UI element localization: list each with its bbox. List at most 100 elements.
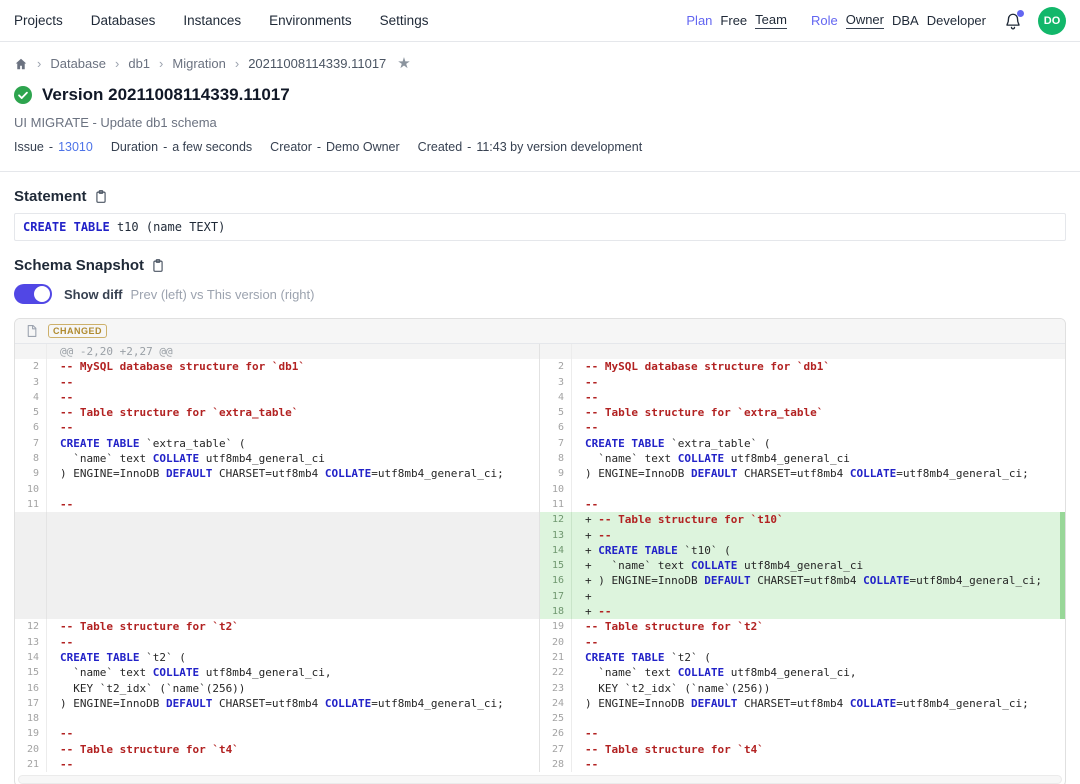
diff-code-right bbox=[572, 711, 1065, 726]
avatar[interactable]: DO bbox=[1038, 7, 1066, 35]
meta-issue-label: Issue bbox=[14, 140, 44, 154]
line-number-left: 15 bbox=[15, 665, 47, 680]
line-number-left: 20 bbox=[15, 742, 47, 757]
diff-row: 14CREATE TABLE `t2` (21CREATE TABLE `t2`… bbox=[15, 650, 1065, 665]
statement-sql[interactable]: CREATE TABLE t10 (name TEXT) bbox=[14, 213, 1066, 241]
line-number-right: 23 bbox=[540, 681, 572, 696]
line-number-left: 10 bbox=[15, 482, 47, 497]
home-icon[interactable] bbox=[14, 57, 28, 71]
diff-row: 12+ -- Table structure for `t10` bbox=[15, 512, 1065, 527]
breadcrumb-migration[interactable]: Migration bbox=[172, 56, 225, 71]
meta-separator: - bbox=[467, 140, 471, 154]
copy-statement-icon[interactable] bbox=[94, 189, 108, 204]
diff-row: 16 KEY `t2_idx` (`name`(256))23 KEY `t2_… bbox=[15, 681, 1065, 696]
line-number-right: 12 bbox=[540, 512, 572, 527]
plan-option-team[interactable]: Team bbox=[755, 12, 787, 29]
line-number-right: 19 bbox=[540, 619, 572, 634]
diff-code-left: `name` text COLLATE utf8mb4_general_ci bbox=[47, 451, 539, 466]
plan-option-free[interactable]: Free bbox=[720, 13, 747, 28]
diff-code-left: -- MySQL database structure for `db1` bbox=[47, 359, 539, 374]
diff-code-left bbox=[47, 558, 539, 573]
line-number-right: 28 bbox=[540, 757, 572, 772]
diff-row: 11--11-- bbox=[15, 497, 1065, 512]
line-number-right bbox=[540, 344, 572, 359]
line-number-left bbox=[15, 573, 47, 588]
diff-row: 21--28-- bbox=[15, 757, 1065, 772]
role-label: Role bbox=[811, 13, 838, 28]
notification-dot bbox=[1017, 10, 1024, 17]
line-number-left: 21 bbox=[15, 757, 47, 772]
line-number-right: 2 bbox=[540, 359, 572, 374]
nav-item-projects[interactable]: Projects bbox=[14, 13, 63, 28]
line-number-right: 18 bbox=[540, 604, 572, 619]
meta-separator: - bbox=[317, 140, 321, 154]
line-number-right: 11 bbox=[540, 497, 572, 512]
line-number-left bbox=[15, 528, 47, 543]
diff-code-right: -- Table structure for `extra_table` bbox=[572, 405, 1065, 420]
diff-row: @@ -2,20 +2,27 @@ bbox=[15, 344, 1065, 359]
diff-code-right: -- Table structure for `t4` bbox=[572, 742, 1065, 757]
breadcrumb-version[interactable]: 20211008114339.11017 bbox=[248, 56, 386, 71]
line-number-right: 22 bbox=[540, 665, 572, 680]
breadcrumb-database[interactable]: Database bbox=[50, 56, 106, 71]
notifications-button[interactable] bbox=[1004, 12, 1022, 30]
diff-row: 8 `name` text COLLATE utf8mb4_general_ci… bbox=[15, 451, 1065, 466]
horizontal-scrollbar[interactable] bbox=[18, 775, 1062, 784]
role-option-dba[interactable]: DBA bbox=[892, 13, 919, 28]
diff-code-left: -- Table structure for `t2` bbox=[47, 619, 539, 634]
meta-creator-label: Creator bbox=[270, 140, 312, 154]
nav-item-environments[interactable]: Environments bbox=[269, 13, 352, 28]
diff-code-left: -- bbox=[47, 635, 539, 650]
line-number-left bbox=[15, 344, 47, 359]
diff-code-left: CREATE TABLE `extra_table` ( bbox=[47, 436, 539, 451]
nav-item-databases[interactable]: Databases bbox=[91, 13, 156, 28]
diff-code-right: KEY `t2_idx` (`name`(256)) bbox=[572, 681, 1065, 696]
statement-heading: Statement bbox=[14, 188, 87, 205]
line-number-left: 13 bbox=[15, 635, 47, 650]
breadcrumb-db1[interactable]: db1 bbox=[128, 56, 150, 71]
role-option-developer[interactable]: Developer bbox=[927, 13, 986, 28]
diff-code-left bbox=[47, 482, 539, 497]
plan-label: Plan bbox=[686, 13, 712, 28]
line-number-left: 8 bbox=[15, 451, 47, 466]
diff-code-left bbox=[47, 604, 539, 619]
diff-code-right: + CREATE TABLE `t10` ( bbox=[572, 543, 1065, 558]
diff-row: 5-- Table structure for `extra_table`5--… bbox=[15, 405, 1065, 420]
page-title: Version 20211008114339.11017 bbox=[42, 85, 290, 105]
line-number-right: 15 bbox=[540, 558, 572, 573]
nav-item-instances[interactable]: Instances bbox=[183, 13, 241, 28]
diff-row: 18+ -- bbox=[15, 604, 1065, 619]
diff-row: 9) ENGINE=InnoDB DEFAULT CHARSET=utf8mb4… bbox=[15, 466, 1065, 481]
meta-creator-value: Demo Owner bbox=[326, 140, 400, 154]
diff-body: @@ -2,20 +2,27 @@2-- MySQL database stru… bbox=[15, 344, 1065, 772]
diff-code-left: ) ENGINE=InnoDB DEFAULT CHARSET=utf8mb4 … bbox=[47, 696, 539, 711]
line-number-left: 9 bbox=[15, 466, 47, 481]
issue-link[interactable]: 13010 bbox=[58, 140, 93, 154]
diff-code-right: -- bbox=[572, 375, 1065, 390]
diff-row: 12-- Table structure for `t2`19-- Table … bbox=[15, 619, 1065, 634]
diff-toggle-row: Show diff Prev (left) vs This version (r… bbox=[0, 284, 1080, 304]
breadcrumb: › Database › db1 › Migration › 202110081… bbox=[0, 56, 1080, 71]
star-icon[interactable]: ★ bbox=[397, 56, 410, 71]
diff-code-left: -- bbox=[47, 420, 539, 435]
meta-duration-label: Duration bbox=[111, 140, 158, 154]
meta-separator: - bbox=[49, 140, 53, 154]
show-diff-toggle[interactable] bbox=[14, 284, 52, 304]
diff-code-right: ) ENGINE=InnoDB DEFAULT CHARSET=utf8mb4 … bbox=[572, 696, 1065, 711]
diff-code-right: CREATE TABLE `t2` ( bbox=[572, 650, 1065, 665]
copy-snapshot-icon[interactable] bbox=[151, 258, 165, 273]
diff-row: 15+ `name` text COLLATE utf8mb4_general_… bbox=[15, 558, 1065, 573]
diff-code-right: + -- bbox=[572, 528, 1065, 543]
diff-code-left: -- bbox=[47, 375, 539, 390]
role-option-owner[interactable]: Owner bbox=[846, 12, 884, 29]
diff-code-right bbox=[572, 482, 1065, 497]
line-number-left: 16 bbox=[15, 681, 47, 696]
diff-header: CHANGED bbox=[15, 319, 1065, 344]
diff-row: 1825 bbox=[15, 711, 1065, 726]
diff-code-right bbox=[572, 344, 1065, 359]
nav-item-settings[interactable]: Settings bbox=[380, 13, 429, 28]
line-number-left: 18 bbox=[15, 711, 47, 726]
line-number-left bbox=[15, 604, 47, 619]
line-number-right: 4 bbox=[540, 390, 572, 405]
diff-code-left: -- bbox=[47, 726, 539, 741]
